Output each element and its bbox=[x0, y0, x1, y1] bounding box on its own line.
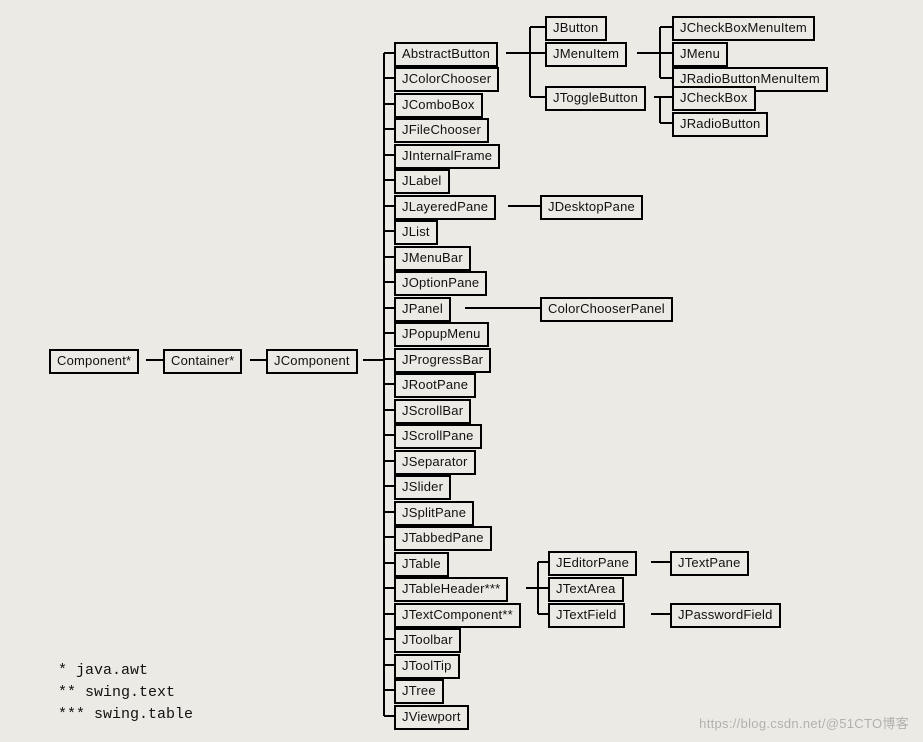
legend: * java.awt ** swing.text *** swing.table bbox=[58, 660, 193, 726]
node-jlabel: JLabel bbox=[394, 169, 450, 194]
node-jtextfield: JTextField bbox=[548, 603, 625, 628]
legend-line-2: ** swing.text bbox=[58, 682, 193, 704]
node-jseparator: JSeparator bbox=[394, 450, 476, 475]
footer-watermark: https://blog.csdn.net/@51CTO博客 bbox=[699, 713, 909, 732]
node-jprogressbar: JProgressBar bbox=[394, 348, 491, 373]
node-container: Container* bbox=[163, 349, 242, 374]
node-jlayeredpane: JLayeredPane bbox=[394, 195, 496, 220]
legend-line-3: *** swing.table bbox=[58, 704, 193, 726]
node-jmenu: JMenu bbox=[672, 42, 728, 67]
node-jtextcomponent: JTextComponent** bbox=[394, 603, 521, 628]
node-jscrollbar: JScrollBar bbox=[394, 399, 471, 424]
node-jcheckboxmenuitem: JCheckBoxMenuItem bbox=[672, 16, 815, 41]
node-jtree: JTree bbox=[394, 679, 444, 704]
node-jtogglebutton: JToggleButton bbox=[545, 86, 646, 111]
node-jscrollpane: JScrollPane bbox=[394, 424, 482, 449]
node-jtextpane: JTextPane bbox=[670, 551, 749, 576]
node-jsplitpane: JSplitPane bbox=[394, 501, 474, 526]
node-jpanel: JPanel bbox=[394, 297, 451, 322]
node-jcombobox: JComboBox bbox=[394, 93, 483, 118]
node-joptionpane: JOptionPane bbox=[394, 271, 487, 296]
node-jpasswordfield: JPasswordField bbox=[670, 603, 781, 628]
node-jcolorchooser: JColorChooser bbox=[394, 67, 499, 92]
node-jtoolbar: JToolbar bbox=[394, 628, 461, 653]
node-jpopupmenu: JPopupMenu bbox=[394, 322, 489, 347]
node-component: Component* bbox=[49, 349, 139, 374]
legend-line-1: * java.awt bbox=[58, 660, 193, 682]
node-jrootpane: JRootPane bbox=[394, 373, 476, 398]
node-jmenubar: JMenuBar bbox=[394, 246, 471, 271]
node-colorchooserpanel: ColorChooserPanel bbox=[540, 297, 673, 322]
node-jcheckbox: JCheckBox bbox=[672, 86, 756, 111]
node-jtableheader: JTableHeader*** bbox=[394, 577, 508, 602]
node-abstractbutton: AbstractButton bbox=[394, 42, 498, 67]
node-jradiobutton: JRadioButton bbox=[672, 112, 768, 137]
node-jbutton: JButton bbox=[545, 16, 607, 41]
node-jtable: JTable bbox=[394, 552, 449, 577]
node-jfilechooser: JFileChooser bbox=[394, 118, 489, 143]
node-jdesktoppane: JDesktopPane bbox=[540, 195, 643, 220]
node-jeditorpane: JEditorPane bbox=[548, 551, 637, 576]
node-jcomponent: JComponent bbox=[266, 349, 358, 374]
node-jinternalframe: JInternalFrame bbox=[394, 144, 500, 169]
node-jtabbedpane: JTabbedPane bbox=[394, 526, 492, 551]
node-jviewport: JViewport bbox=[394, 705, 469, 730]
node-jlist: JList bbox=[394, 220, 438, 245]
node-jmenuitem: JMenuItem bbox=[545, 42, 627, 67]
node-jslider: JSlider bbox=[394, 475, 451, 500]
node-jtextarea: JTextArea bbox=[548, 577, 624, 602]
node-jtooltip: JToolTip bbox=[394, 654, 460, 679]
